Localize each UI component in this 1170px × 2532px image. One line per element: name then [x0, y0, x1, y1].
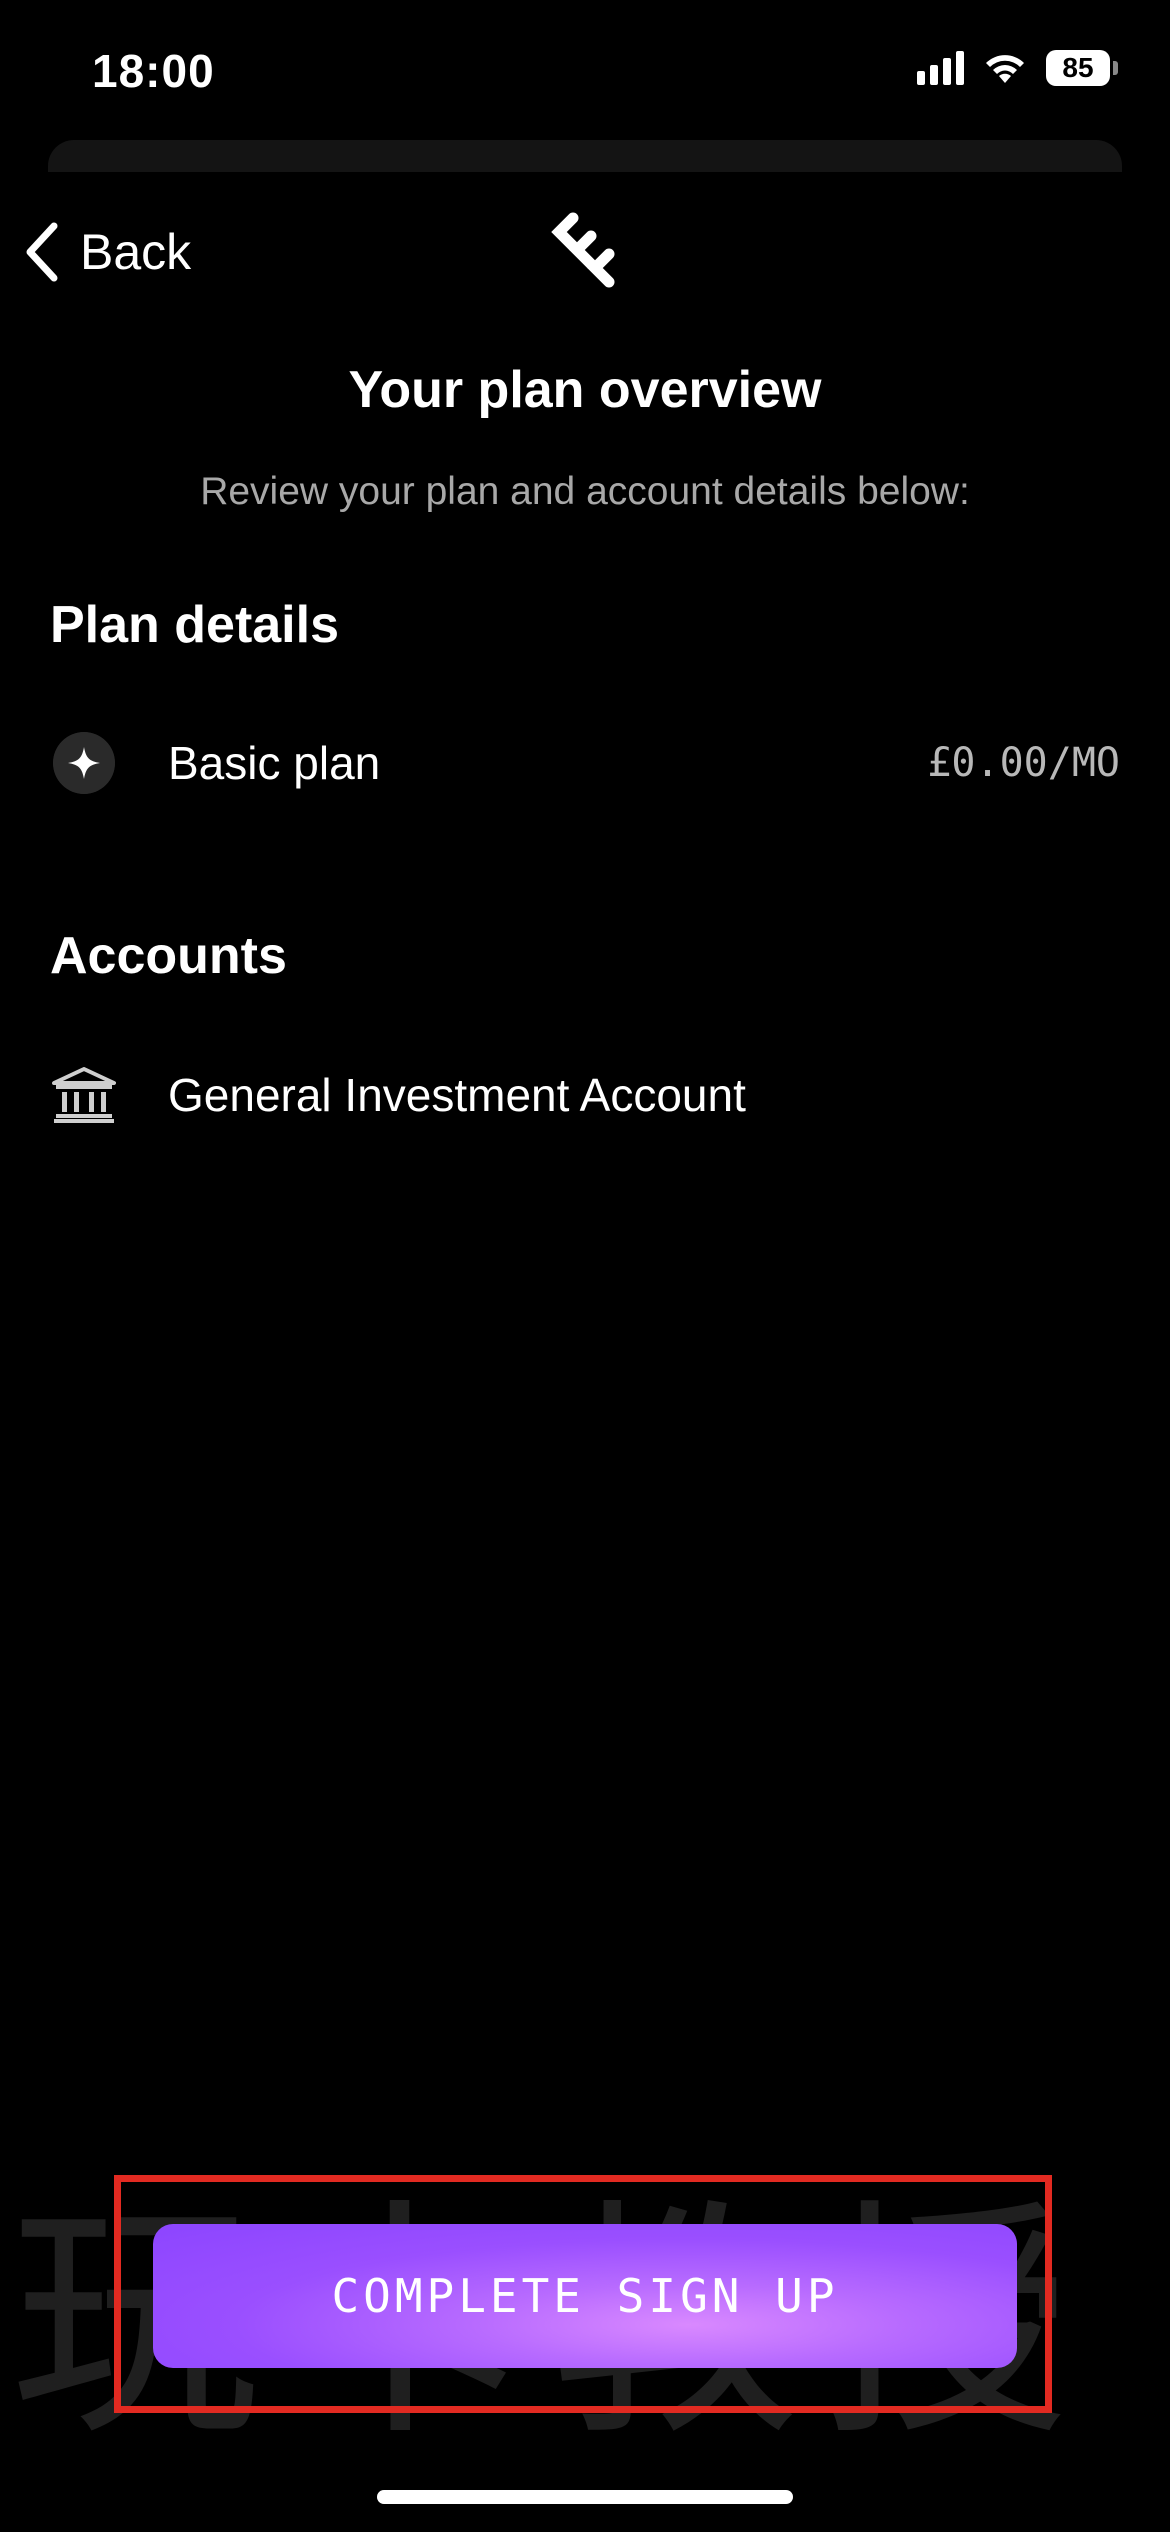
battery-icon: 85	[1046, 50, 1118, 86]
brand-logo-icon	[551, 212, 615, 288]
plan-icon-wrap	[50, 729, 118, 797]
home-indicator[interactable]	[377, 2490, 793, 2504]
page-title: Your plan overview	[348, 361, 822, 419]
plan-details-heading: Plan details	[50, 596, 339, 654]
battery-level: 85	[1062, 52, 1094, 83]
account-icon-wrap	[50, 1061, 118, 1129]
back-button[interactable]: Back	[22, 220, 191, 284]
sheet-top-edge	[48, 140, 1122, 172]
complete-sign-up-button[interactable]: COMPLETE SIGN UP	[153, 2224, 1017, 2368]
status-icons: 85	[917, 50, 1118, 86]
plan-price: £0.00/MO	[927, 740, 1120, 786]
cellular-signal-icon	[917, 51, 964, 85]
sparkle-icon	[53, 732, 115, 794]
plan-name: Basic plan	[168, 737, 381, 789]
account-name: General Investment Account	[168, 1069, 746, 1121]
wifi-icon	[986, 55, 1024, 83]
back-label: Back	[80, 224, 192, 280]
chevron-left-icon	[26, 222, 58, 282]
status-bar: 18:00 85	[0, 0, 1170, 140]
account-row: General Investment Account	[50, 1050, 1120, 1140]
bank-icon	[52, 1067, 116, 1123]
plan-row: Basic plan £0.00/MO	[50, 718, 1120, 808]
page-subtitle: Review your plan and account details bel…	[200, 470, 970, 513]
navigation-bar: Back	[0, 200, 1170, 310]
status-time: 18:00	[92, 45, 215, 97]
accounts-heading: Accounts	[50, 927, 287, 985]
